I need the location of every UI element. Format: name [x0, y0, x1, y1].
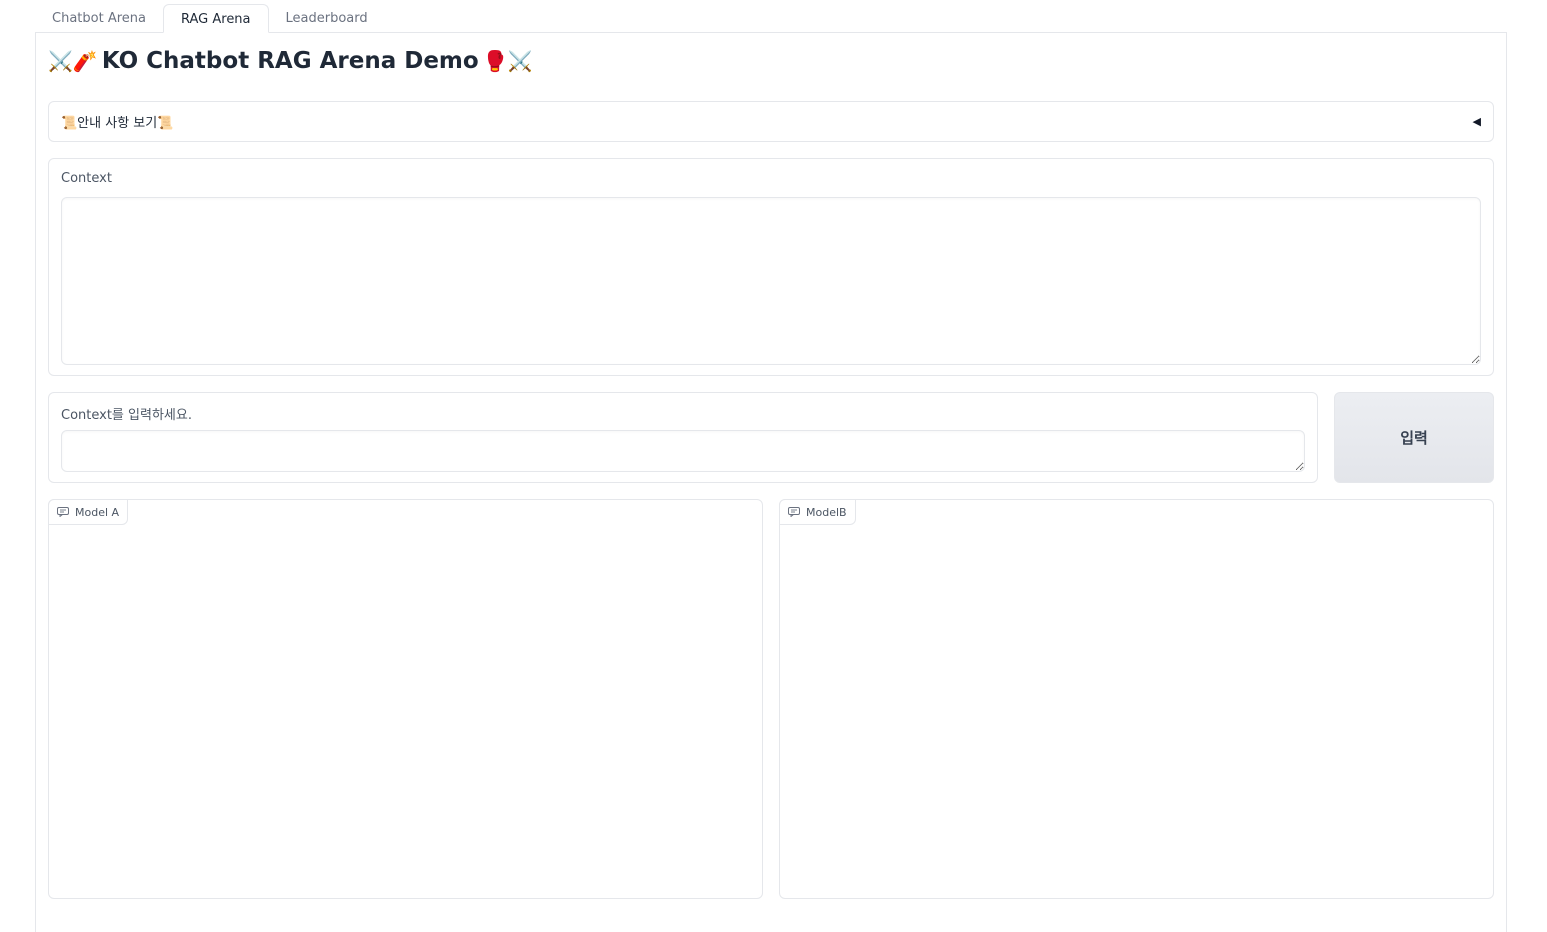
tab-leaderboard[interactable]: Leaderboard — [269, 4, 385, 33]
chatbot-label-b-text: ModelB — [806, 505, 847, 519]
chat-bubble-icon — [57, 507, 69, 517]
accordion-label: 📜안내 사항 보기📜 — [61, 116, 174, 131]
chatbot-label-a: Model A — [48, 499, 129, 525]
chat-bubble-icon — [788, 507, 800, 517]
page-title-text: KO Chatbot RAG Arena Demo — [101, 48, 479, 74]
swords-dynamite-icon: ⚔️🧨 — [48, 49, 98, 73]
chatbot-model-a: Model A — [48, 499, 763, 899]
context-textarea[interactable] — [61, 197, 1481, 365]
submit-button[interactable]: 입력 — [1334, 392, 1494, 483]
context-block: Context — [48, 158, 1494, 376]
question-textarea[interactable] — [61, 430, 1305, 472]
context-label: Context — [61, 171, 112, 186]
tab-rag-arena[interactable]: RAG Arena — [162, 4, 269, 33]
caret-left-icon[interactable]: ◀ — [1473, 115, 1481, 128]
chatbot-label-b: ModelB — [779, 499, 856, 525]
tab-chatbot-arena[interactable]: Chatbot Arena — [35, 4, 163, 33]
chatbot-model-b: ModelB — [779, 499, 1494, 899]
boxing-glove-swords-icon: 🥊⚔️ — [482, 49, 533, 73]
question-label: Context를 입력하세요. — [61, 408, 192, 423]
chatbot-label-a-text: Model A — [75, 505, 120, 519]
question-block: Context를 입력하세요. — [48, 392, 1318, 483]
page-title: ⚔️🧨 KO Chatbot RAG Arena Demo 🥊⚔️ — [48, 42, 533, 80]
tab-bar: Chatbot Arena RAG Arena Leaderboard — [35, 4, 385, 33]
info-accordion[interactable]: 📜안내 사항 보기📜 ◀ — [48, 101, 1494, 142]
